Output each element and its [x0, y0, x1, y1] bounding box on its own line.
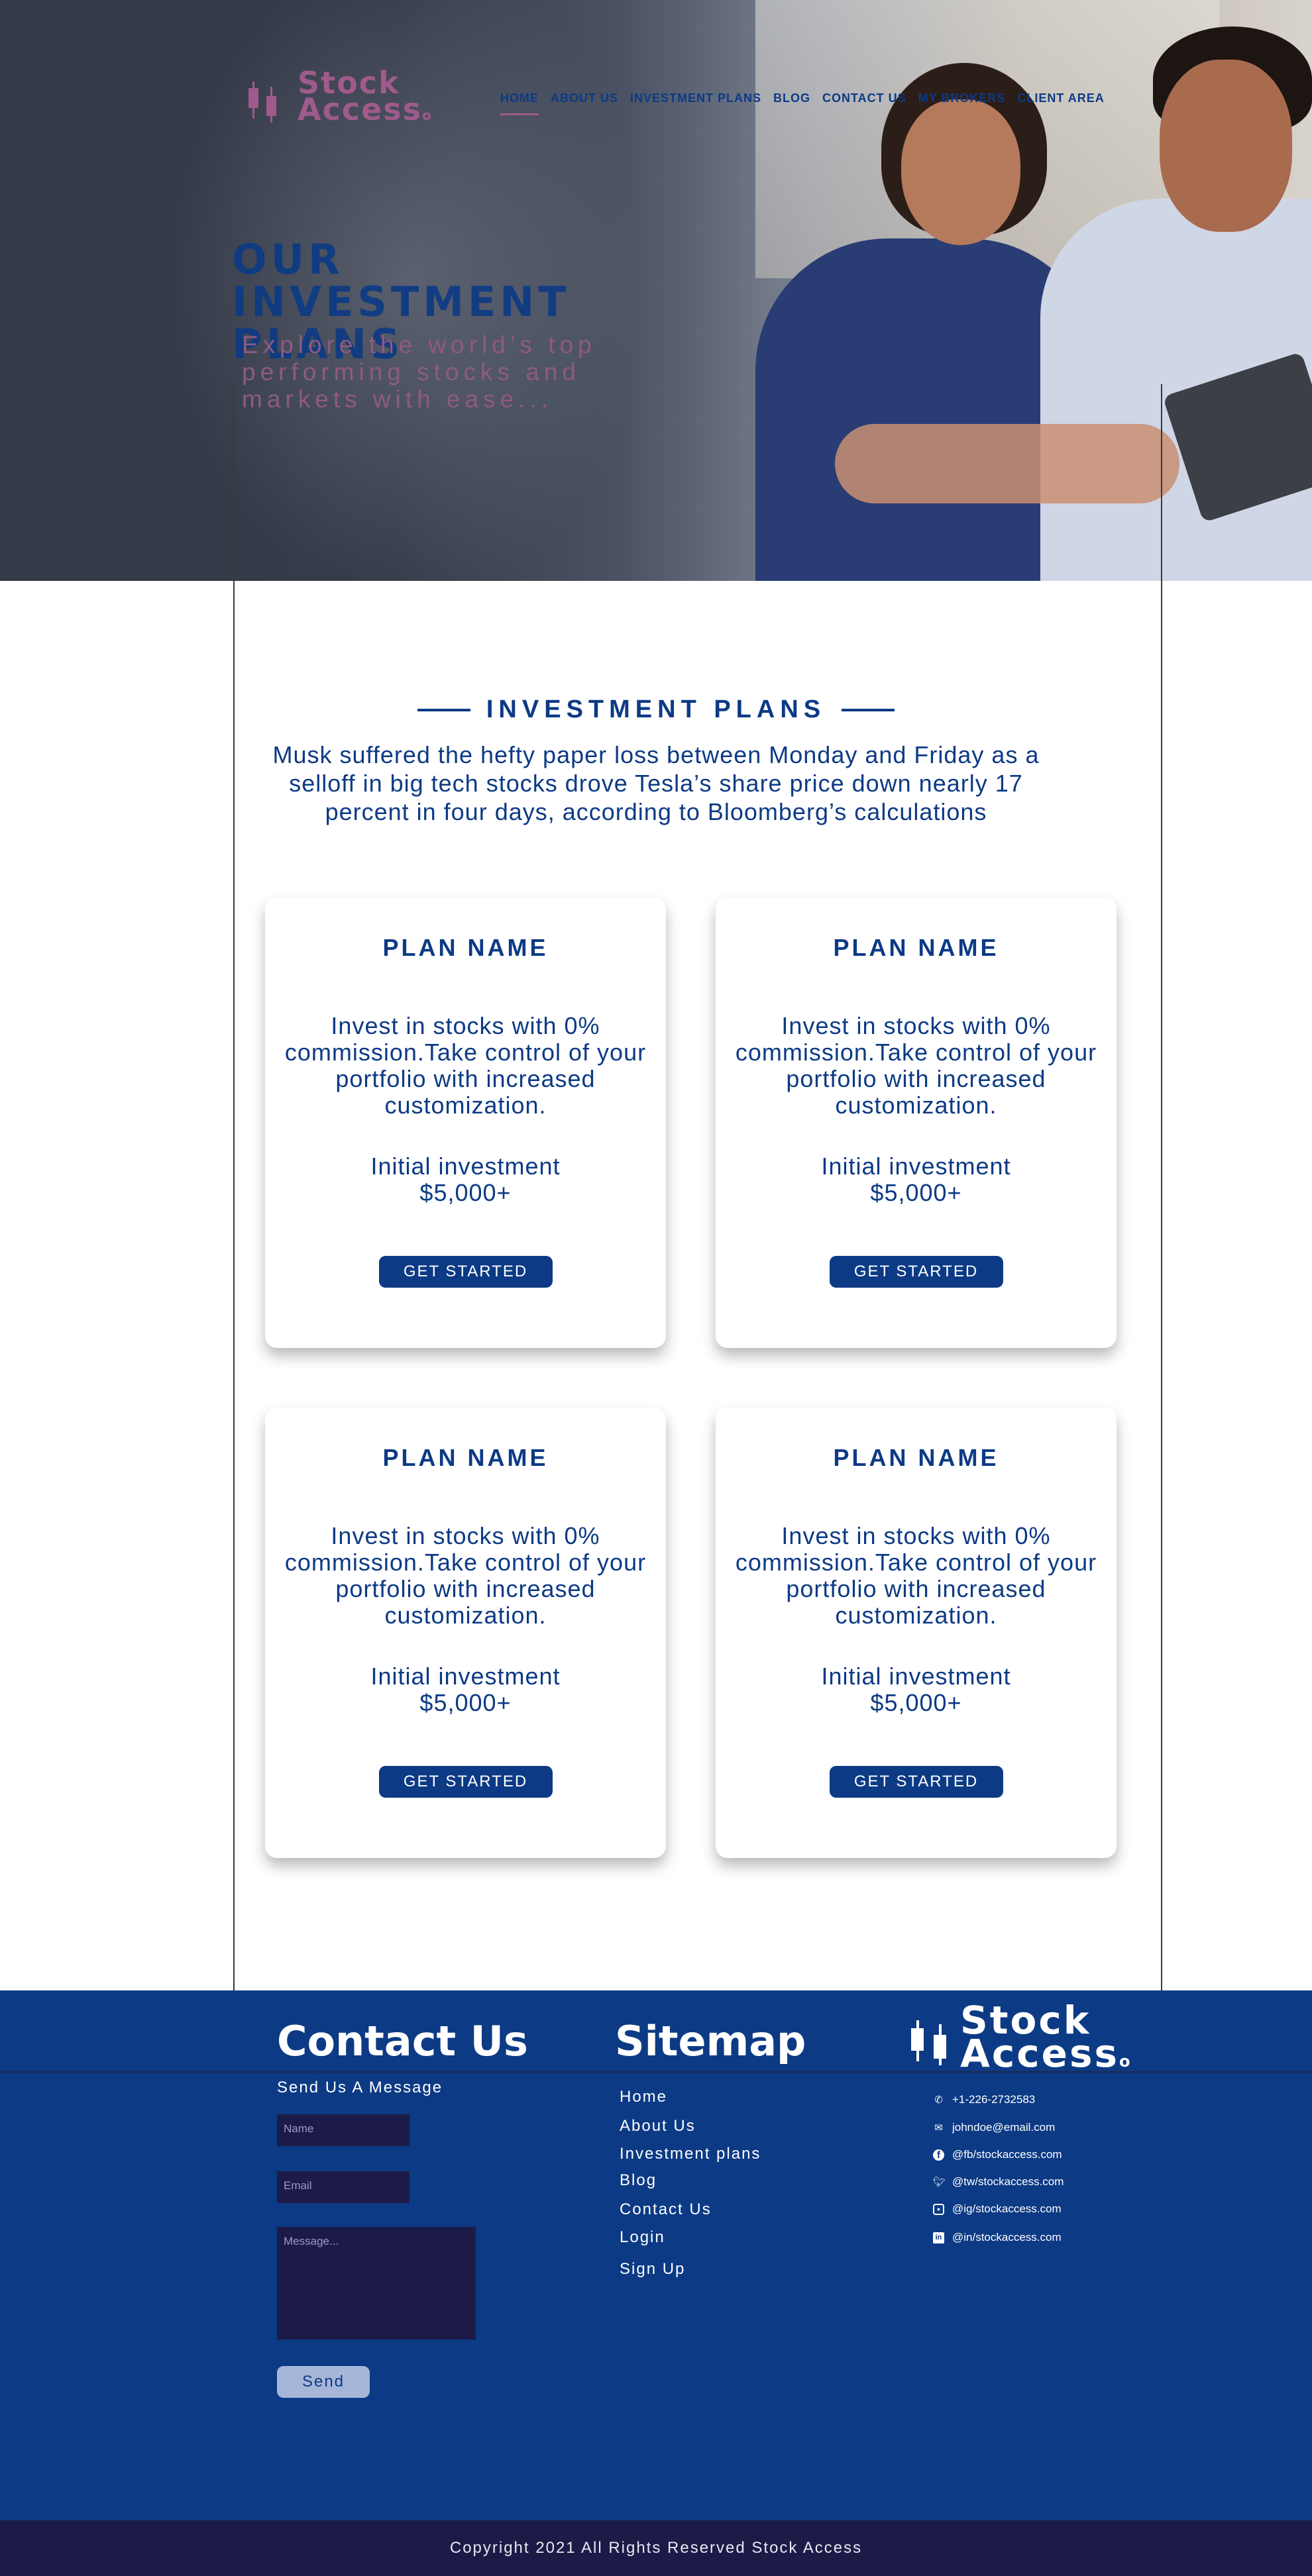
plan-description: Invest in stocks with 0% commission.Take…: [284, 1012, 647, 1119]
brand-name: Stock Accesso: [298, 65, 433, 127]
get-started-button[interactable]: GET STARTED: [378, 1256, 553, 1288]
hero-photo-hands: [835, 424, 1179, 503]
linkedin-icon: in: [933, 2232, 944, 2243]
sitemap-link-home[interactable]: Home: [620, 2088, 667, 2106]
plan-description: Invest in stocks with 0% commission.Take…: [284, 1522, 647, 1629]
plan-description: Invest in stocks with 0% commission.Take…: [735, 1012, 1097, 1119]
hero-section: Stock Accesso HOME ABOUT US INVESTMENT PL…: [0, 0, 1312, 581]
plan-investment: Initial investment $5,000+: [265, 1663, 666, 1716]
contact-linkedin[interactable]: in @in/stockaccess.com: [933, 2231, 1062, 2244]
title-rule-left: [417, 708, 470, 711]
section-title-text: INVESTMENT PLANS: [486, 696, 826, 723]
phone-icon: ✆: [934, 2094, 943, 2106]
plan-card: PLAN NAME Invest in stocks with 0% commi…: [716, 898, 1117, 1348]
candlestick-icon: [911, 2018, 951, 2065]
plan-investment-label: Initial investment: [370, 1153, 561, 1180]
plan-investment: Initial investment $5,000+: [716, 1663, 1117, 1716]
hero-subtitle: Explore the world’s top performing stock…: [242, 331, 596, 413]
plan-investment: Initial investment $5,000+: [265, 1153, 666, 1206]
nav-blog[interactable]: BLOG: [773, 91, 810, 115]
nav-home[interactable]: HOME: [500, 91, 539, 115]
plan-name: PLAN NAME: [382, 934, 549, 961]
plan-investment-value: $5,000+: [870, 1689, 962, 1716]
plan-card: PLAN NAME Invest in stocks with 0% commi…: [265, 898, 666, 1348]
plan-name: PLAN NAME: [833, 934, 999, 961]
footer-brand-logo[interactable]: Stock Accesso: [911, 1998, 1132, 2078]
nav-investment-plans[interactable]: INVESTMENT PLANS: [630, 91, 761, 115]
nav-contact-us[interactable]: CONTACT US: [822, 91, 906, 115]
name-field[interactable]: Name: [277, 2114, 410, 2146]
candlestick-icon: [248, 76, 288, 123]
title-rule-right: [842, 708, 895, 711]
email-field[interactable]: Email: [277, 2171, 410, 2203]
nav-my-brokers[interactable]: MY BROKERS: [918, 91, 1006, 115]
plan-description: Invest in stocks with 0% commission.Take…: [735, 1522, 1097, 1629]
mail-icon: ✉: [934, 2122, 943, 2134]
get-started-button[interactable]: GET STARTED: [829, 1766, 1003, 1798]
sitemap-link-about-us[interactable]: About Us: [620, 2117, 696, 2136]
contact-email[interactable]: ✉ johndoe@email.com: [933, 2121, 1055, 2134]
contact-title: Contact Us: [277, 2017, 528, 2065]
send-button[interactable]: Send: [277, 2366, 370, 2398]
message-field[interactable]: Message...: [277, 2227, 476, 2340]
get-started-button[interactable]: GET STARTED: [829, 1256, 1003, 1288]
hero-photo-person-2-face: [1160, 60, 1292, 232]
get-started-button[interactable]: GET STARTED: [378, 1766, 553, 1798]
sitemap-link-contact-us[interactable]: Contact Us: [620, 2200, 712, 2219]
plan-investment-label: Initial investment: [821, 1663, 1011, 1690]
nav-about-us[interactable]: ABOUT US: [551, 91, 618, 115]
plan-investment-value: $5,000+: [419, 1179, 512, 1206]
plan-name: PLAN NAME: [382, 1444, 549, 1471]
hero-photo-person-face: [901, 99, 1020, 245]
plan-name: PLAN NAME: [833, 1444, 999, 1471]
copyright-bar: Copyright 2021 All Rights Reserved Stock…: [0, 2520, 1312, 2576]
section-intro: Musk suffered the hefty paper loss betwe…: [272, 741, 1040, 825]
brand-logo[interactable]: Stock Accesso: [248, 65, 433, 129]
plan-investment-label: Initial investment: [821, 1153, 1011, 1180]
section-title: INVESTMENT PLANS: [0, 696, 1312, 724]
plan-card: PLAN NAME Invest in stocks with 0% commi…: [716, 1408, 1117, 1858]
plan-investment-value: $5,000+: [419, 1689, 512, 1716]
footer-brand-name: Stock Accesso: [960, 1998, 1132, 2076]
plan-card: PLAN NAME Invest in stocks with 0% commi…: [265, 1408, 666, 1858]
sitemap-link-sign-up[interactable]: Sign Up: [620, 2260, 685, 2279]
plan-investment: Initial investment $5,000+: [716, 1153, 1117, 1206]
facebook-icon: f: [933, 2149, 944, 2161]
contact-subtitle: Send Us A Message: [277, 2079, 443, 2096]
contact-instagram[interactable]: ● @ig/stockaccess.com: [933, 2202, 1062, 2216]
sitemap-link-investment-plans[interactable]: Investment plans: [620, 2145, 761, 2163]
twitter-icon: 🐦︎: [933, 2176, 946, 2188]
instagram-icon: ●: [933, 2203, 944, 2215]
contact-twitter[interactable]: 🐦︎ @tw/stockaccess.com: [933, 2175, 1064, 2189]
sitemap-link-blog[interactable]: Blog: [620, 2171, 657, 2190]
main-nav: HOME ABOUT US INVESTMENT PLANS BLOG CONT…: [500, 91, 1105, 115]
contact-facebook[interactable]: f @fb/stockaccess.com: [933, 2148, 1062, 2161]
sitemap-link-login[interactable]: Login: [620, 2228, 665, 2247]
nav-client-area[interactable]: CLIENT AREA: [1017, 91, 1104, 115]
plan-investment-value: $5,000+: [870, 1179, 962, 1206]
sitemap-title: Sitemap: [615, 2017, 806, 2065]
plan-investment-label: Initial investment: [370, 1663, 561, 1690]
contact-phone: ✆ +1-226-2732583: [933, 2093, 1035, 2106]
